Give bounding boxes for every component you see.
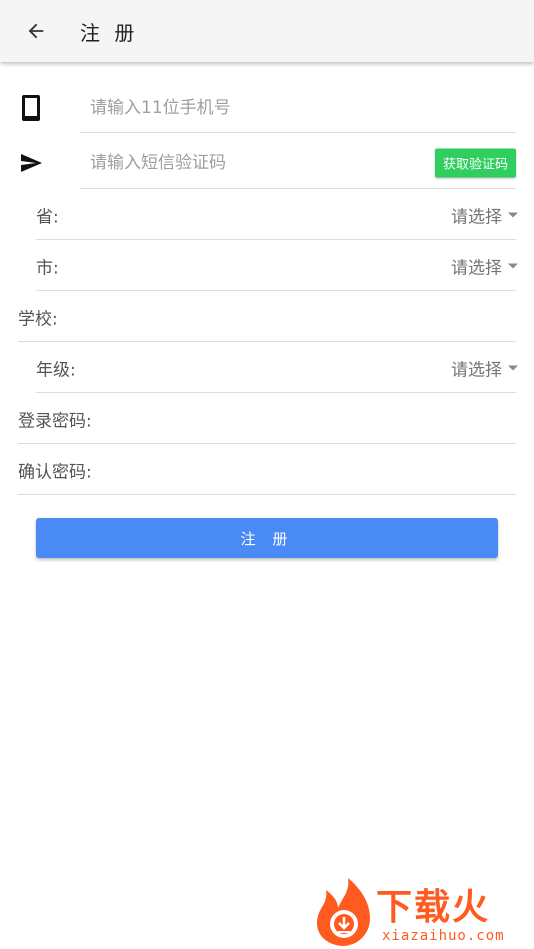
city-row: 市: 请选择 [0,240,534,291]
flame-logo-icon [317,878,370,946]
confirm-password-input[interactable] [110,454,510,485]
confirm-password-label: 确认密码: [18,462,92,482]
school-label: 学校: [18,309,58,329]
dropdown-caret-icon [508,263,518,268]
confirm-password-row: 确认密码: [0,444,534,495]
register-button[interactable]: 注 册 [36,518,498,558]
phone-input[interactable] [90,92,510,123]
back-button[interactable] [0,0,72,62]
city-select-text: 请选择 [451,258,502,278]
school-input[interactable] [100,301,510,332]
province-select-text: 请选择 [451,207,502,227]
get-sms-code-button[interactable]: 获取验证码 [434,148,516,177]
password-row: 登录密码: [0,393,534,444]
province-select[interactable]: 请选择 [451,202,518,227]
province-label: 省: [36,207,59,227]
phone-icon [14,91,48,125]
grade-row: 年级: 请选择 [0,342,534,393]
password-input[interactable] [110,403,510,434]
password-label: 登录密码: [18,411,92,431]
watermark-url: xiazaihuo.com [382,928,505,944]
page-title: 注 册 [80,20,139,45]
app-bar: 注 册 [0,0,534,62]
watermark-brand: 下载火 [376,887,491,928]
divider [18,494,516,495]
sms-row: 获取验证码 [0,136,534,189]
send-icon [14,146,48,180]
province-row: 省: 请选择 [0,189,534,240]
phone-row [0,82,534,133]
grade-select-text: 请选择 [451,360,502,380]
divider [80,132,516,133]
grade-select[interactable]: 请选择 [451,355,518,380]
dropdown-caret-icon [508,365,518,370]
sms-code-input[interactable] [90,147,400,178]
dropdown-caret-icon [508,212,518,217]
school-row: 学校: [0,291,534,342]
city-label: 市: [36,258,59,278]
watermark-logo: 下载火 xiazaihuo.com [312,874,534,949]
arrow-back-icon [28,23,44,39]
city-select[interactable]: 请选择 [451,253,518,278]
grade-label: 年级: [36,360,76,380]
